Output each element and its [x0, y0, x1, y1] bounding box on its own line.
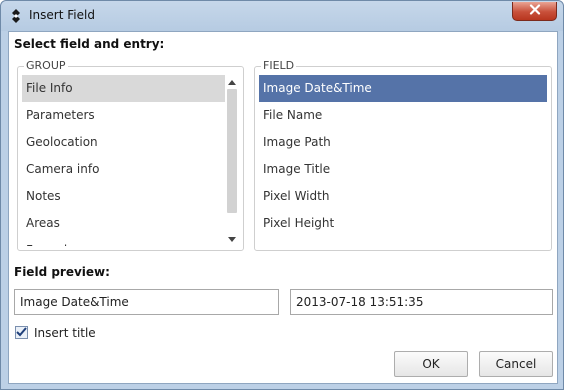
group-item-parameters[interactable]: Parameters: [22, 102, 225, 129]
field-box: FIELD Image Date&Time File Name Image Pa…: [254, 59, 552, 251]
group-item-notes[interactable]: Notes: [22, 183, 225, 210]
preview-value-field[interactable]: 2013-07-18 13:51:35: [290, 289, 553, 315]
group-list[interactable]: File Info Parameters Geolocation Camera …: [22, 75, 225, 246]
group-item-camera-info[interactable]: Camera info: [22, 156, 225, 183]
cancel-button[interactable]: Cancel: [479, 351, 553, 377]
close-button[interactable]: [512, 2, 557, 21]
scroll-up-arrow-icon[interactable]: [226, 75, 238, 89]
group-box-title: GROUP: [24, 59, 68, 72]
checkmark-icon: [16, 326, 27, 340]
insert-field-dialog: Insert Field Select field and entry: GRO…: [0, 0, 564, 390]
field-item-image-path[interactable]: Image Path: [259, 129, 547, 156]
select-field-label: Select field and entry:: [14, 37, 165, 51]
group-box: GROUP File Info Parameters Geolocation C…: [17, 59, 244, 251]
field-item-image-title[interactable]: Image Title: [259, 156, 547, 183]
scroll-thumb[interactable]: [227, 89, 237, 213]
field-box-title: FIELD: [261, 59, 297, 72]
ok-button[interactable]: OK: [394, 351, 468, 377]
field-item-pixel-height[interactable]: Pixel Height: [259, 210, 547, 237]
scroll-down-arrow-icon[interactable]: [226, 232, 238, 246]
field-item-pixel-width[interactable]: Pixel Width: [259, 183, 547, 210]
field-list[interactable]: Image Date&Time File Name Image Path Ima…: [259, 75, 547, 246]
group-scrollbar[interactable]: [226, 75, 238, 246]
insert-title-label: Insert title: [34, 326, 96, 340]
preview-name-field[interactable]: Image Date&Time: [14, 289, 279, 315]
field-preview-label: Field preview:: [14, 265, 110, 279]
group-item-geolocation[interactable]: Geolocation: [22, 129, 225, 156]
field-item-image-date-time[interactable]: Image Date&Time: [259, 75, 547, 102]
close-icon: [529, 4, 541, 18]
field-item-file-name[interactable]: File Name: [259, 102, 547, 129]
dialog-body: Select field and entry: GROUP File Info …: [8, 31, 558, 384]
group-item-file-info[interactable]: File Info: [22, 75, 225, 102]
title-bar[interactable]: Insert Field: [1, 1, 563, 31]
group-item-areas[interactable]: Areas: [22, 210, 225, 237]
app-logo-icon: [8, 8, 24, 24]
group-item-formulas[interactable]: Formulas: [22, 237, 225, 246]
insert-title-checkbox[interactable]: [15, 326, 28, 339]
window-title: Insert Field: [29, 8, 95, 22]
